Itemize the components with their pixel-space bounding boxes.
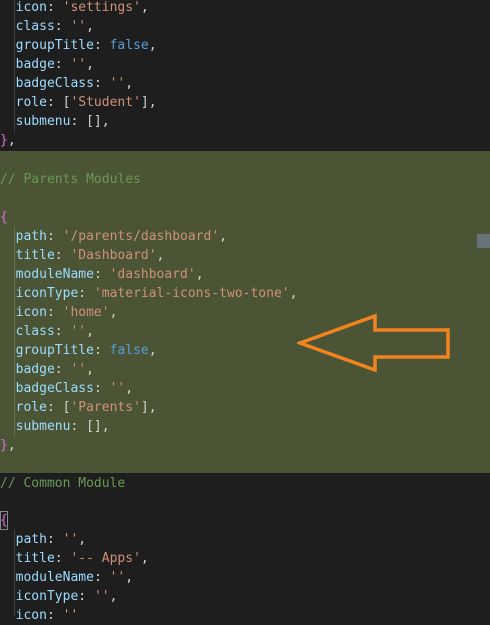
code-line: badgeClass: '', [15, 381, 134, 396]
code-line: submenu: [], [15, 419, 110, 434]
code-line: path: '/parents/dashboard', [15, 229, 227, 244]
code-line: badge: '', [15, 57, 94, 72]
left-arrow-icon [297, 313, 450, 373]
code-line: title: '-- Apps', [15, 551, 149, 566]
code-line: title: 'Dashboard', [15, 248, 165, 263]
code-line: icon: 'settings', [15, 0, 149, 15]
code-line: { [0, 511, 8, 530]
code-line: moduleName: '', [15, 570, 134, 585]
code-line: submenu: [], [15, 114, 110, 129]
code-line: { [0, 210, 8, 225]
code-line: }, [0, 133, 16, 148]
code-line: role: ['Parents'], [15, 400, 157, 415]
code-editor[interactable]: icon: 'settings', class: '', groupTitle:… [0, 0, 490, 623]
code-line: class: '', [15, 19, 94, 34]
scrollbar-marker[interactable] [477, 234, 490, 248]
code-line: badgeClass: '', [15, 76, 134, 91]
code-line: role: ['Student'], [15, 95, 157, 110]
code-line: // Parents Modules [0, 172, 141, 187]
code-line: iconType: 'material-icons-two-tone', [15, 286, 298, 301]
code-line: path: '', [15, 532, 87, 547]
code-line: iconType: '', [15, 589, 118, 604]
code-line: groupTitle: false, [15, 38, 157, 53]
code-line: // Common Module [0, 476, 126, 491]
code-line: moduleName: 'dashboard', [15, 267, 204, 282]
code-line: }, [0, 438, 16, 453]
